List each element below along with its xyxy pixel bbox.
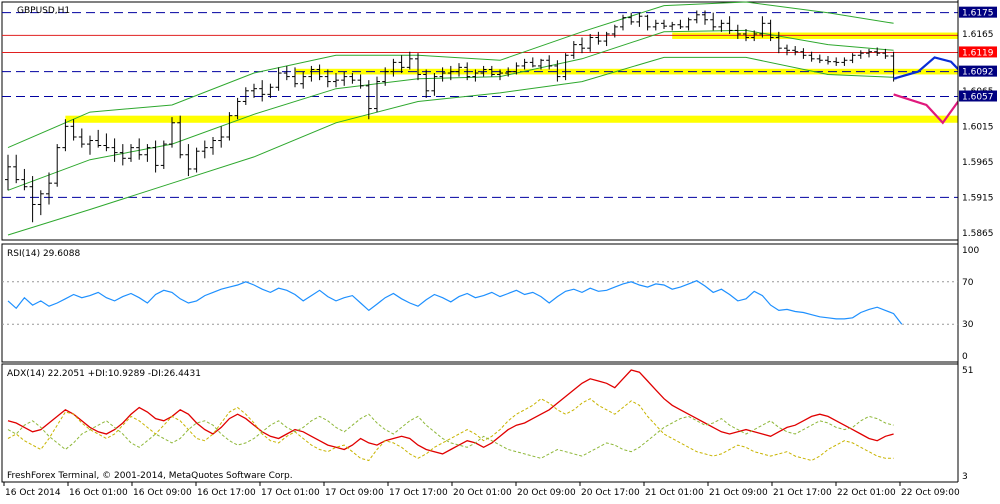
time-axis-label: 20 Oct 17:00 bbox=[581, 488, 640, 498]
time-axis-label: 17 Oct 01:00 bbox=[261, 488, 320, 498]
adx-tick-label: 51 bbox=[962, 366, 973, 376]
price-highlight-label: 1.6175 bbox=[962, 9, 994, 19]
adx-tick-label: 3 bbox=[962, 472, 968, 482]
price-tick-label: 1.5915 bbox=[962, 193, 994, 203]
time-axis-label: 20 Oct 01:00 bbox=[453, 488, 512, 498]
rsi-label: RSI(14) 29.6088 bbox=[7, 249, 80, 259]
time-axis-label: 21 Oct 01:00 bbox=[645, 488, 704, 498]
time-axis-label: 16 Oct 17:00 bbox=[197, 488, 256, 498]
panel-frame-2 bbox=[1, 363, 959, 483]
price-tick-label: 1.5865 bbox=[962, 229, 994, 239]
rsi-tick-label: 100 bbox=[962, 246, 979, 256]
price-highlight-label: 1.6057 bbox=[962, 92, 994, 102]
time-axis-label: 22 Oct 01:00 bbox=[837, 488, 896, 498]
price-highlight-label: 1.6092 bbox=[962, 68, 994, 78]
time-axis-label: 17 Oct 17:00 bbox=[389, 488, 448, 498]
chart-canvas: 1.61751.61651.61191.60921.60651.60571.60… bbox=[1, 0, 1000, 500]
price-highlight-label: 1.6119 bbox=[962, 48, 994, 58]
time-axis-label: 16 Oct 01:00 bbox=[69, 488, 128, 498]
price-tick-label: 1.6015 bbox=[962, 122, 994, 132]
trading-chart: 1.61751.61651.61191.60921.60651.60571.60… bbox=[0, 0, 1000, 500]
time-axis-label: 20 Oct 09:00 bbox=[517, 488, 576, 498]
time-axis-label: 21 Oct 17:00 bbox=[773, 488, 832, 498]
rsi-tick-label: 0 bbox=[962, 352, 968, 362]
time-axis-label: 16 Oct 09:00 bbox=[133, 488, 192, 498]
rsi-tick-label: 70 bbox=[962, 278, 974, 288]
time-axis-label: 22 Oct 09:00 bbox=[901, 488, 960, 498]
chart-title: GBPUSD,H1 bbox=[17, 6, 70, 16]
copyright-footer: FreshForex Terminal, © 2001-2014, MetaQu… bbox=[7, 471, 293, 481]
price-tick-label: 1.6165 bbox=[962, 30, 994, 40]
time-axis-label: 21 Oct 09:00 bbox=[709, 488, 768, 498]
rsi-tick-label: 30 bbox=[962, 320, 974, 330]
support-zone-2 bbox=[65, 115, 958, 123]
panel-frame-1 bbox=[1, 243, 959, 363]
adx-label: ADX(14) 22.2051 +DI:10.9289 -DI:26.4431 bbox=[7, 369, 201, 379]
time-axis-label: 17 Oct 09:00 bbox=[325, 488, 384, 498]
price-tick-label: 1.5965 bbox=[962, 158, 994, 168]
time-axis-label: 16 Oct 2014 bbox=[5, 488, 61, 498]
